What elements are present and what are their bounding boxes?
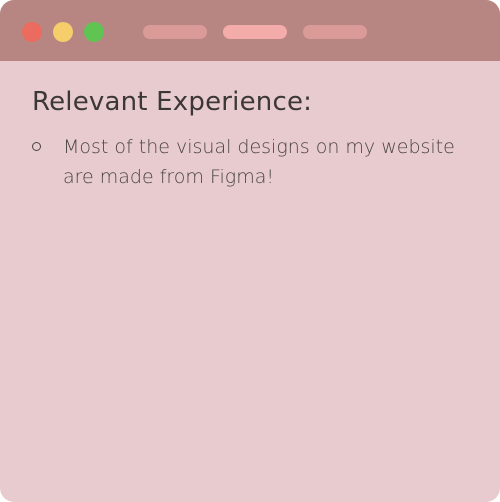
close-button[interactable] <box>22 22 42 42</box>
tab-placeholder-3[interactable] <box>303 25 367 39</box>
bullet-list: Most of the visual designs on my website… <box>32 132 470 192</box>
main-content: Relevant Experience: Most of the visual … <box>32 82 470 192</box>
tab-placeholder-2-active[interactable] <box>223 25 287 39</box>
list-item: Most of the visual designs on my website… <box>32 132 470 192</box>
title-bar <box>0 0 500 61</box>
minimize-button[interactable] <box>53 22 73 42</box>
maximize-button[interactable] <box>84 22 104 42</box>
tab-placeholder-1[interactable] <box>143 25 207 39</box>
circle-bullet-icon <box>32 142 41 151</box>
section-heading: Relevant Experience: <box>32 87 313 117</box>
list-item-text: Most of the visual designs on my website… <box>63 136 455 188</box>
app-window: Relevant Experience: Most of the visual … <box>0 0 500 502</box>
